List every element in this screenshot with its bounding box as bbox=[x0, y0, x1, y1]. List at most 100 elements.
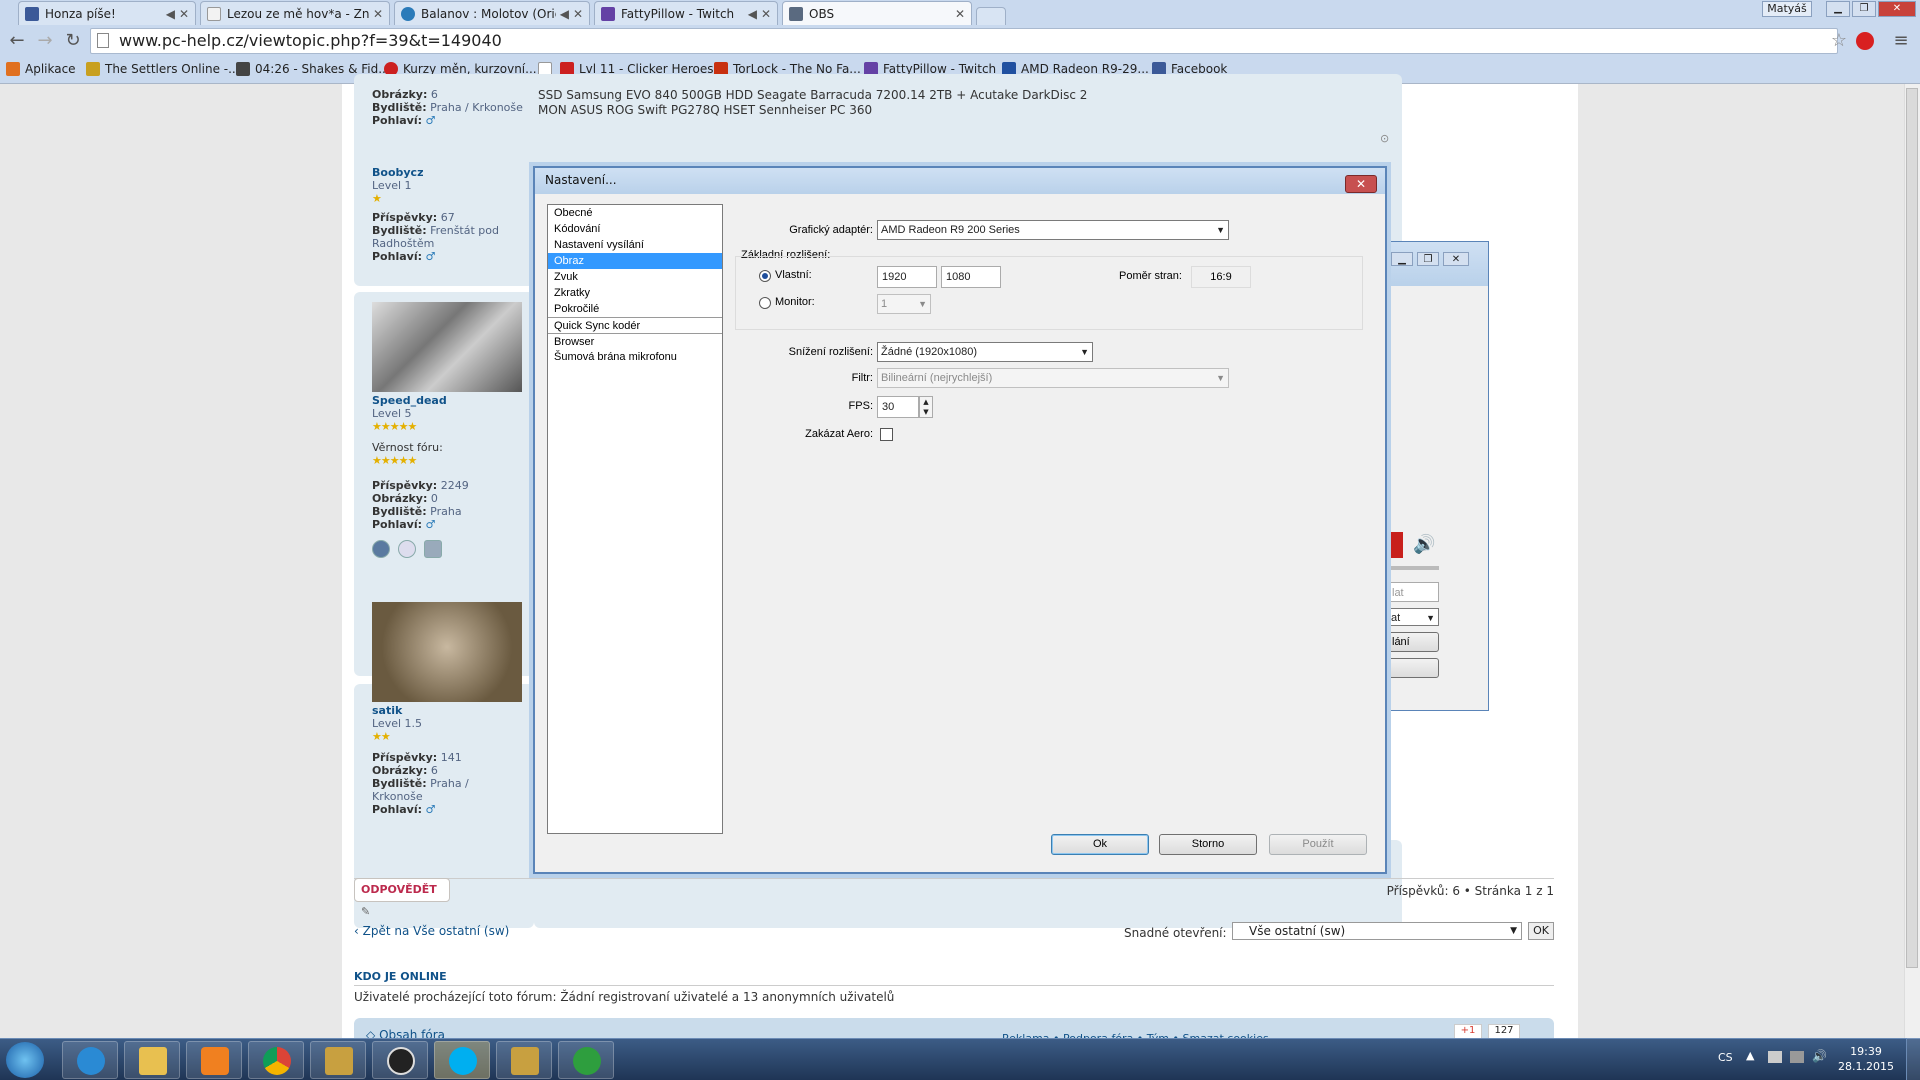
custom-label: Vlastní: bbox=[775, 269, 812, 281]
taskbar-app-skype[interactable] bbox=[434, 1041, 490, 1079]
tab-obs[interactable]: OBS ✕ bbox=[782, 1, 972, 25]
tray-arrow-icon[interactable]: ▲ bbox=[1746, 1049, 1754, 1062]
adapter-select[interactable]: AMD Radeon R9 200 Series ▼ bbox=[877, 220, 1229, 240]
category-obraz[interactable]: Obraz bbox=[548, 253, 722, 269]
profile-icon[interactable] bbox=[424, 540, 442, 558]
obs-button[interactable] bbox=[1387, 658, 1439, 678]
close-button[interactable]: ✕ bbox=[1345, 175, 1377, 193]
close-icon[interactable]: ✕ bbox=[955, 7, 965, 21]
reply-button[interactable]: ODPOVĚDĚT ✎ bbox=[354, 878, 450, 918]
username-link[interactable]: Boobycz bbox=[372, 166, 522, 179]
volume-icon[interactable]: 🔊 bbox=[1812, 1049, 1827, 1063]
close-icon[interactable]: ✕ bbox=[373, 7, 383, 21]
taskbar-app-chrome[interactable] bbox=[248, 1041, 304, 1079]
taskbar-app-obs[interactable] bbox=[372, 1041, 428, 1079]
jump-ok-button[interactable]: OK bbox=[1528, 922, 1554, 940]
custom-radio[interactable] bbox=[759, 270, 771, 282]
fps-stepper[interactable]: ▲ ▼ bbox=[919, 396, 933, 418]
tab-balanov[interactable]: Balanov : Molotov (Origin ◀ ✕ bbox=[394, 1, 590, 25]
skype-icon bbox=[449, 1047, 477, 1075]
close-icon[interactable]: ✕ bbox=[179, 7, 189, 21]
monitor-radio[interactable] bbox=[759, 297, 771, 309]
monitor-select[interactable]: 1 ▼ bbox=[877, 294, 931, 314]
category-zkratky[interactable]: Zkratky bbox=[548, 285, 722, 301]
star-icon[interactable]: ☆ bbox=[1828, 30, 1850, 52]
reload-button[interactable]: ↻ bbox=[62, 30, 84, 52]
divider bbox=[354, 878, 1554, 879]
forward-button[interactable]: → bbox=[34, 30, 56, 52]
obs-field[interactable]: lat bbox=[1387, 582, 1439, 602]
speaker-icon[interactable]: 🔊 bbox=[1413, 534, 1435, 555]
taskbar-app-explorer[interactable] bbox=[124, 1041, 180, 1079]
category-zvuk[interactable]: Zvuk bbox=[548, 269, 722, 285]
width-input[interactable]: 1920 bbox=[877, 266, 937, 288]
league-icon bbox=[325, 1047, 353, 1075]
restore-button[interactable]: ❐ bbox=[1852, 1, 1876, 17]
language-indicator[interactable]: CS bbox=[1718, 1051, 1733, 1064]
username-link[interactable]: Speed_dead bbox=[372, 394, 522, 407]
tab-honza[interactable]: Honza píše! ◀ ✕ bbox=[18, 1, 196, 25]
taskbar-app-media[interactable] bbox=[186, 1041, 242, 1079]
adblock-icon[interactable] bbox=[1856, 32, 1874, 50]
obs-button[interactable]: lání bbox=[1387, 632, 1439, 652]
close-icon[interactable]: ✕ bbox=[761, 7, 771, 21]
show-desktop-button[interactable] bbox=[1906, 1038, 1920, 1080]
aspect-value: 16:9 bbox=[1191, 266, 1251, 288]
ok-button[interactable]: Ok bbox=[1051, 834, 1149, 855]
fps-input[interactable]: 30 bbox=[877, 396, 919, 418]
apps-icon bbox=[6, 62, 20, 76]
forum-footer bbox=[354, 1018, 1554, 1038]
steam-icon[interactable] bbox=[372, 540, 390, 558]
category-pokrocile[interactable]: Pokročilé bbox=[548, 301, 722, 317]
back-link[interactable]: ‹ Zpět na Vše ostatní (sw) bbox=[354, 924, 509, 938]
height-input[interactable]: 1080 bbox=[941, 266, 1001, 288]
scroll-top-icon[interactable]: ⊙ bbox=[1380, 132, 1389, 145]
filter-select[interactable]: Bilineární (nejrychlejší) ▼ bbox=[877, 368, 1229, 388]
tab-fattypillow[interactable]: FattyPillow - Twitch ◀ ✕ bbox=[594, 1, 778, 25]
address-bar[interactable]: www.pc-help.cz/viewtopic.php?f=39&t=1490… bbox=[90, 28, 1838, 54]
network-icon[interactable] bbox=[1790, 1051, 1804, 1063]
volume-slider[interactable] bbox=[1387, 566, 1439, 570]
gear-icon[interactable] bbox=[398, 540, 416, 558]
category-kodovani[interactable]: Kódování bbox=[548, 221, 722, 237]
menu-icon[interactable]: ≡ bbox=[1890, 30, 1912, 52]
category-nastaveni-vysilani[interactable]: Nastavení vysílání bbox=[548, 237, 722, 253]
rank-stars: ★★ bbox=[372, 730, 391, 743]
online-heading: KDO JE ONLINE bbox=[354, 970, 447, 983]
category-browser[interactable]: Browser bbox=[548, 333, 722, 349]
tab-lezou[interactable]: Lezou ze mě hov*a - Znud ✕ bbox=[200, 1, 390, 25]
tray-icon[interactable] bbox=[1768, 1051, 1782, 1063]
apply-button[interactable]: Použít bbox=[1269, 834, 1367, 855]
steam-icon bbox=[401, 6, 415, 21]
taskbar-app-ie[interactable] bbox=[62, 1041, 118, 1079]
taskbar-app-league2[interactable] bbox=[496, 1041, 552, 1079]
category-obecne[interactable]: Obecné bbox=[548, 205, 722, 221]
close-icon[interactable]: ✕ bbox=[573, 7, 583, 21]
category-noise-gate[interactable]: Šumová brána mikrofonu bbox=[548, 349, 722, 365]
aero-checkbox[interactable] bbox=[880, 428, 893, 441]
forum-jump-select[interactable]: Vše ostatní (sw) ▼ bbox=[1232, 922, 1522, 940]
restore-button[interactable]: ❐ bbox=[1417, 252, 1439, 266]
new-tab-button[interactable] bbox=[976, 7, 1006, 25]
bookmark-settlers[interactable]: The Settlers Online -... bbox=[86, 58, 240, 80]
close-window-button[interactable]: ✕ bbox=[1878, 1, 1916, 17]
category-quick-sync[interactable]: Quick Sync kodér bbox=[548, 317, 722, 333]
taskbar-app-utorrent[interactable] bbox=[558, 1041, 614, 1079]
obs-combo[interactable]: at ▼ bbox=[1387, 608, 1439, 626]
scrollbar-thumb[interactable] bbox=[1906, 88, 1918, 968]
cancel-button[interactable]: Storno bbox=[1159, 834, 1257, 855]
user-button[interactable]: Matyáš bbox=[1762, 1, 1812, 17]
back-button[interactable]: ← bbox=[6, 30, 28, 52]
male-icon: ♂ bbox=[425, 803, 436, 816]
close-button[interactable]: ✕ bbox=[1443, 252, 1469, 266]
minimize-button[interactable]: ▁ bbox=[1391, 252, 1413, 266]
bookmark-apps[interactable]: Aplikace bbox=[6, 58, 76, 80]
minimize-button[interactable]: ▁ bbox=[1826, 1, 1850, 17]
username-link[interactable]: satik bbox=[372, 704, 522, 717]
clock[interactable]: 19:39 28.1.2015 bbox=[1836, 1044, 1896, 1074]
start-button[interactable] bbox=[6, 1042, 44, 1078]
tab-strip: Honza píše! ◀ ✕ Lezou ze mě hov*a - Znud… bbox=[0, 0, 1920, 26]
downscale-select[interactable]: Žádné (1920x1080) ▼ bbox=[877, 342, 1093, 362]
taskbar-app-league[interactable] bbox=[310, 1041, 366, 1079]
audio-icon: ◀ bbox=[747, 6, 757, 21]
